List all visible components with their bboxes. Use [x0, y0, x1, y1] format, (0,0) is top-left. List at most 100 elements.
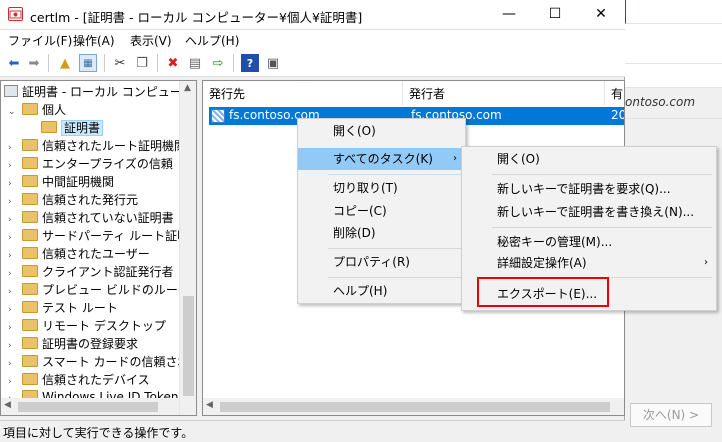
folder-icon — [22, 175, 38, 187]
folder-icon — [22, 103, 38, 115]
tree-item-label: 信頼されていない証明書 — [42, 211, 174, 225]
submenu-item-advanced-operations[interactable]: 詳細設定操作(A) › — [462, 252, 716, 274]
tree-item-label: 中間証明機関 — [42, 175, 115, 189]
scroll-thumb[interactable] — [183, 296, 194, 396]
tree-item-trusted-people[interactable]: › 信頼されたユーザー — [8, 245, 150, 263]
folder-icon — [22, 319, 38, 331]
submenu-item-request-new-key[interactable]: 新しいキーで証明書を要求(Q)... — [462, 178, 716, 200]
list-horizontal-scrollbar[interactable]: ◀ — [203, 398, 624, 415]
menu-item-copy[interactable]: コピー(C) — [298, 200, 465, 222]
maximize-button[interactable]: ☐ — [532, 0, 578, 30]
tree-item-intermediate[interactable]: › 中間証明機関 — [8, 173, 114, 191]
help-icon[interactable]: ? — [241, 54, 259, 72]
tree-item-label: プレビュー ビルドのルート — [42, 283, 190, 297]
menu-separator — [492, 227, 712, 228]
menu-view[interactable]: 表示(V) — [130, 32, 172, 49]
folder-icon — [22, 283, 38, 295]
menu-item-label: 詳細設定操作(A) — [497, 256, 587, 270]
menu-file[interactable]: ファイル(F) — [8, 32, 72, 49]
toolbar-separator — [104, 54, 105, 72]
tree-item-trusted-root[interactable]: › 信頼されたルート証明機関 — [8, 137, 186, 155]
tree-item-remote-desktop[interactable]: › リモート デスクトップ — [8, 317, 166, 335]
certificate-icon — [211, 109, 225, 123]
window-title: certlm - [証明書 - ローカル コンピューター¥個人¥証明書] — [30, 10, 363, 25]
submenu-item-manage-private-keys[interactable]: 秘密キーの管理(M)... — [462, 231, 716, 253]
tree-item-enterprise-trust[interactable]: › エンタープライズの信頼 — [8, 155, 173, 173]
tree-root-label: 証明書 - ローカル コンピューター — [22, 85, 197, 99]
bg-band — [625, 24, 722, 64]
forward-icon[interactable]: ➡ — [25, 54, 43, 72]
tree-item-third-party-root[interactable]: › サードパーティ ルート証明機関 — [8, 227, 197, 245]
tree-item-trusted-devices[interactable]: › 信頼されたデバイス — [8, 371, 150, 389]
bg-title-band — [625, 0, 722, 24]
column-header-expiration[interactable]: 有 — [605, 81, 624, 105]
close-button[interactable]: ✕ — [578, 0, 624, 30]
tree-item-personal[interactable]: ⌄ 個人 — [8, 101, 66, 119]
tree-item-label: スマート カードの信頼されたルー — [42, 355, 196, 369]
column-header-label: 発行先 — [209, 87, 246, 101]
highlight-box — [477, 277, 609, 307]
scroll-thumb[interactable] — [220, 402, 610, 412]
folder-icon — [22, 301, 38, 313]
up-folder-icon[interactable]: ▲ — [56, 54, 74, 72]
tree-item-label: 信頼されたデバイス — [42, 373, 150, 387]
menu-item-properties[interactable]: プロパティ(R) — [298, 251, 465, 273]
folder-icon — [22, 337, 38, 349]
toolbar-separator — [48, 54, 49, 72]
certificate-store-icon — [4, 85, 18, 97]
export-list-icon[interactable]: ⇨ — [209, 54, 227, 72]
folder-icon — [22, 157, 38, 169]
submenu-item-open[interactable]: 開く(O) — [462, 148, 716, 170]
scroll-up-icon[interactable]: ▲ — [184, 83, 191, 93]
menu-separator — [492, 174, 712, 175]
tree-item-label: サードパーティ ルート証明機関 — [42, 229, 197, 243]
scroll-thumb[interactable] — [18, 402, 158, 412]
menu-item-label: すべてのタスク(K) — [333, 152, 433, 166]
tree-item-trusted-publishers[interactable]: › 信頼された発行元 — [8, 191, 138, 209]
tree-item-label: 信頼されたルート証明機関 — [42, 139, 187, 153]
menu-action[interactable]: 操作(A) — [73, 32, 115, 49]
tree-item-enrollment-requests[interactable]: › 証明書の登録要求 — [8, 335, 138, 353]
mmc-console-icon[interactable]: ▣ — [264, 54, 282, 72]
cut-icon[interactable]: ✂ — [111, 54, 129, 72]
show-hide-tree-icon[interactable]: ▦ — [79, 54, 97, 72]
delete-icon[interactable]: ✖ — [164, 54, 182, 72]
tree-item-label: エンタープライズの信頼 — [42, 157, 173, 171]
menu-item-open[interactable]: 開く(O) — [298, 120, 465, 142]
tree-item-certificates[interactable]: 証明書 — [41, 119, 104, 137]
tree-item-label: クライアント認証発行者 — [42, 265, 174, 279]
bg-issued-text: ontoso.com — [625, 95, 696, 109]
tree-item-label: 信頼された発行元 — [42, 193, 139, 207]
submenu-item-renew-new-key[interactable]: 新しいキーで証明書を書き換え(N)... — [462, 201, 716, 223]
tree-item-preview-build-roots[interactable]: › プレビュー ビルドのルート — [8, 281, 190, 299]
back-icon[interactable]: ⬅ — [5, 54, 23, 72]
copy-icon[interactable]: ❐ — [133, 54, 151, 72]
next-button[interactable]: 次へ(N) > — [630, 403, 712, 427]
tree-item-client-auth-issuers[interactable]: › クライアント認証発行者 — [8, 263, 174, 281]
tree-horizontal-scrollbar[interactable]: ◀ — [1, 398, 179, 415]
minimize-button[interactable]: — — [486, 0, 532, 30]
tree-item-untrusted[interactable]: › 信頼されていない証明書 — [8, 209, 174, 227]
properties-icon[interactable]: ▤ — [186, 54, 204, 72]
scroll-left-icon[interactable]: ◀ — [206, 400, 213, 410]
tree-vertical-scrollbar[interactable]: ▲ — [179, 81, 196, 415]
menu-help[interactable]: ヘルプ(H) — [185, 32, 239, 49]
chevron-right-icon: › — [704, 257, 708, 268]
bg-band — [625, 64, 722, 88]
menu-item-cut[interactable]: 切り取り(T) — [298, 177, 465, 199]
sort-ascending-icon: ⌃ — [300, 80, 309, 89]
chevron-down-icon[interactable]: ⌄ — [8, 103, 18, 121]
menu-separator — [328, 174, 462, 175]
scroll-left-icon[interactable]: ◀ — [4, 400, 11, 410]
menu-item-all-tasks[interactable]: すべてのタスク(K) › — [298, 148, 465, 170]
column-header-issued-by[interactable]: 発行者 — [403, 81, 605, 105]
menu-separator — [328, 277, 462, 278]
folder-icon — [22, 247, 38, 259]
menu-item-help[interactable]: ヘルプ(H) — [298, 280, 465, 302]
tree-item-smart-card-roots[interactable]: ›スマート カードの信頼されたルー — [8, 353, 196, 371]
tree-root[interactable]: 証明書 - ローカル コンピューター — [4, 83, 197, 101]
tree-item-test-roots[interactable]: › テスト ルート — [8, 299, 118, 317]
bg-divider — [625, 118, 722, 119]
menu-item-delete[interactable]: 削除(D) — [298, 222, 465, 244]
menu-bar: ファイル(F) 操作(A) 表示(V) ヘルプ(H) — [0, 30, 625, 50]
